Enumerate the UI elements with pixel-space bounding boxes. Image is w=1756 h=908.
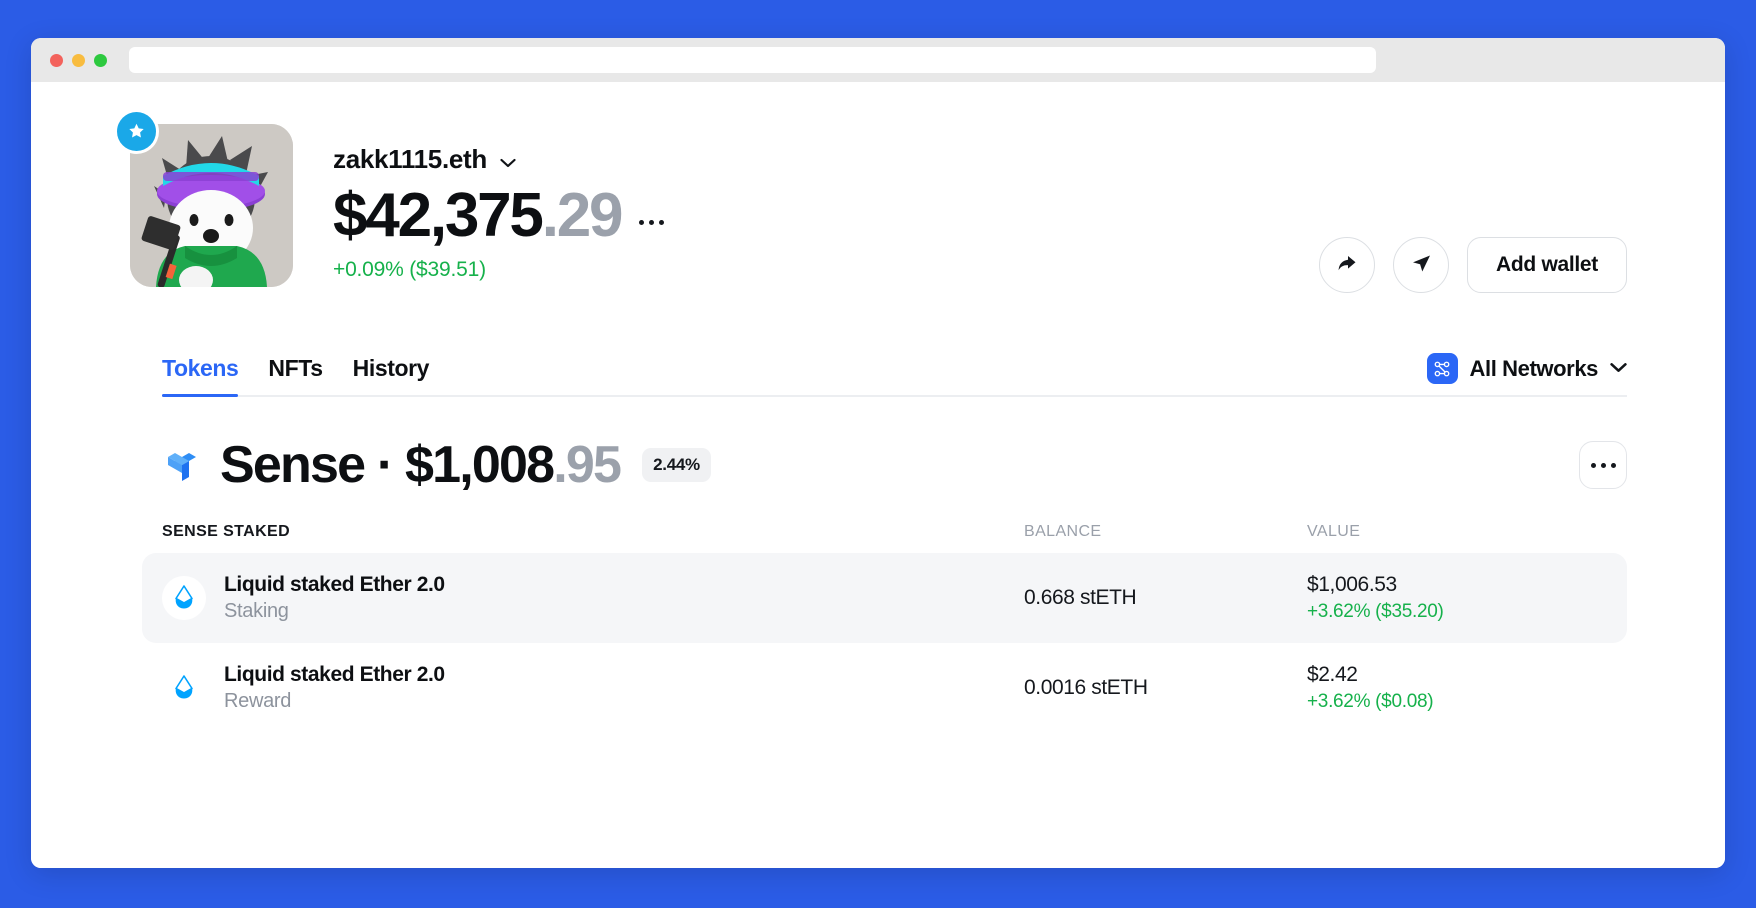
tab-history[interactable]: History bbox=[353, 355, 430, 395]
close-window-button[interactable] bbox=[50, 53, 63, 67]
tab-tokens[interactable]: Tokens bbox=[162, 355, 239, 397]
protocol-section-header: Sense · $1,008.95 2.44% bbox=[162, 435, 1627, 495]
tabs-bar: Tokens NFTs History All Networks bbox=[162, 349, 1627, 397]
browser-window: zakk1115.eth $42,375.29 +0.09% ($39.51) … bbox=[31, 38, 1725, 868]
profile-header: zakk1115.eth $42,375.29 +0.09% ($39.51) … bbox=[31, 82, 1725, 293]
page-content: zakk1115.eth $42,375.29 +0.09% ($39.51) … bbox=[31, 82, 1725, 868]
balance-more-icon[interactable] bbox=[639, 206, 665, 226]
network-label: All Networks bbox=[1469, 355, 1599, 381]
token-subtitle: Reward bbox=[224, 690, 292, 712]
token-balance: 0.0016 stETH bbox=[1024, 676, 1148, 699]
lido-steth-icon bbox=[162, 576, 206, 620]
token-text: Liquid staked Ether 2.0 Staking bbox=[224, 573, 445, 623]
avatar[interactable] bbox=[130, 124, 293, 287]
share-icon bbox=[1335, 251, 1359, 280]
tokens-table: SENSE STAKED BALANCE VALUE Liquid staked… bbox=[142, 523, 1627, 733]
tab-list: Tokens NFTs History bbox=[162, 355, 430, 397]
balance-cents: .29 bbox=[541, 181, 624, 250]
token-value: $2.42 bbox=[1307, 663, 1358, 686]
token-value-cell: $2.42 +3.62% ($0.08) bbox=[1307, 663, 1607, 713]
token-value-change: +3.62% ($35.20) bbox=[1307, 601, 1444, 622]
network-nodes-icon bbox=[1426, 353, 1458, 384]
protocol-more-button[interactable] bbox=[1579, 441, 1627, 489]
header-actions: Add wallet bbox=[1318, 237, 1627, 293]
star-badge-icon bbox=[117, 112, 156, 151]
balance-change: +0.09% ($39.51) bbox=[333, 258, 486, 282]
portfolio-share-badge: 2.44% bbox=[642, 448, 711, 482]
token-cell: Liquid staked Ether 2.0 Reward bbox=[162, 663, 1024, 713]
sense-logo-icon bbox=[162, 445, 202, 485]
token-text: Liquid staked Ether 2.0 Reward bbox=[224, 663, 445, 713]
token-subtitle: Staking bbox=[224, 600, 289, 622]
token-value-change: +3.62% ($0.08) bbox=[1307, 691, 1434, 712]
protocol-title-cents: .95 bbox=[553, 436, 622, 494]
chevron-down-icon[interactable] bbox=[500, 155, 516, 167]
send-button[interactable] bbox=[1392, 237, 1449, 293]
token-name: Liquid staked Ether 2.0 bbox=[224, 573, 445, 596]
token-value: $1,006.53 bbox=[1307, 573, 1397, 596]
ens-row[interactable]: zakk1115.eth bbox=[333, 144, 664, 175]
share-button[interactable] bbox=[1318, 237, 1375, 293]
add-wallet-button[interactable]: Add wallet bbox=[1466, 237, 1627, 293]
table-row[interactable]: Liquid staked Ether 2.0 Reward 0.0016 st… bbox=[142, 643, 1627, 733]
protocol-title: Sense · $1,008.95 bbox=[220, 435, 622, 495]
identity-block: zakk1115.eth $42,375.29 +0.09% ($39.51) bbox=[333, 124, 665, 282]
network-selector[interactable]: All Networks bbox=[1426, 353, 1627, 395]
token-name: Liquid staked Ether 2.0 bbox=[224, 663, 445, 686]
maximize-window-button[interactable] bbox=[94, 53, 107, 67]
token-balance: 0.668 stETH bbox=[1024, 586, 1137, 609]
token-cell: Liquid staked Ether 2.0 Staking bbox=[162, 573, 1024, 623]
chevron-down-icon bbox=[1610, 360, 1627, 378]
protocol-title-main: Sense · $1,008 bbox=[220, 436, 555, 494]
url-input[interactable] bbox=[129, 47, 1376, 73]
total-balance: $42,375.29 bbox=[333, 181, 624, 250]
traffic-lights bbox=[50, 53, 107, 67]
lido-steth-icon bbox=[162, 666, 206, 710]
tab-nfts[interactable]: NFTs bbox=[268, 355, 323, 395]
table-row[interactable]: Liquid staked Ether 2.0 Staking 0.668 st… bbox=[142, 553, 1627, 643]
minimize-window-button[interactable] bbox=[72, 53, 85, 67]
browser-chrome bbox=[31, 38, 1725, 82]
column-header-value: VALUE bbox=[1307, 523, 1361, 540]
token-value-cell: $1,006.53 +3.62% ($35.20) bbox=[1307, 573, 1607, 623]
send-icon bbox=[1409, 251, 1433, 280]
balance-whole: $42,375 bbox=[333, 181, 544, 250]
ens-name: zakk1115.eth bbox=[333, 144, 487, 174]
table-header-row: SENSE STAKED BALANCE VALUE bbox=[142, 523, 1627, 553]
column-header-balance: BALANCE bbox=[1024, 523, 1102, 540]
avatar-container bbox=[117, 112, 293, 287]
column-header-name: SENSE STAKED bbox=[162, 523, 291, 540]
balance-row: $42,375.29 bbox=[333, 181, 665, 250]
